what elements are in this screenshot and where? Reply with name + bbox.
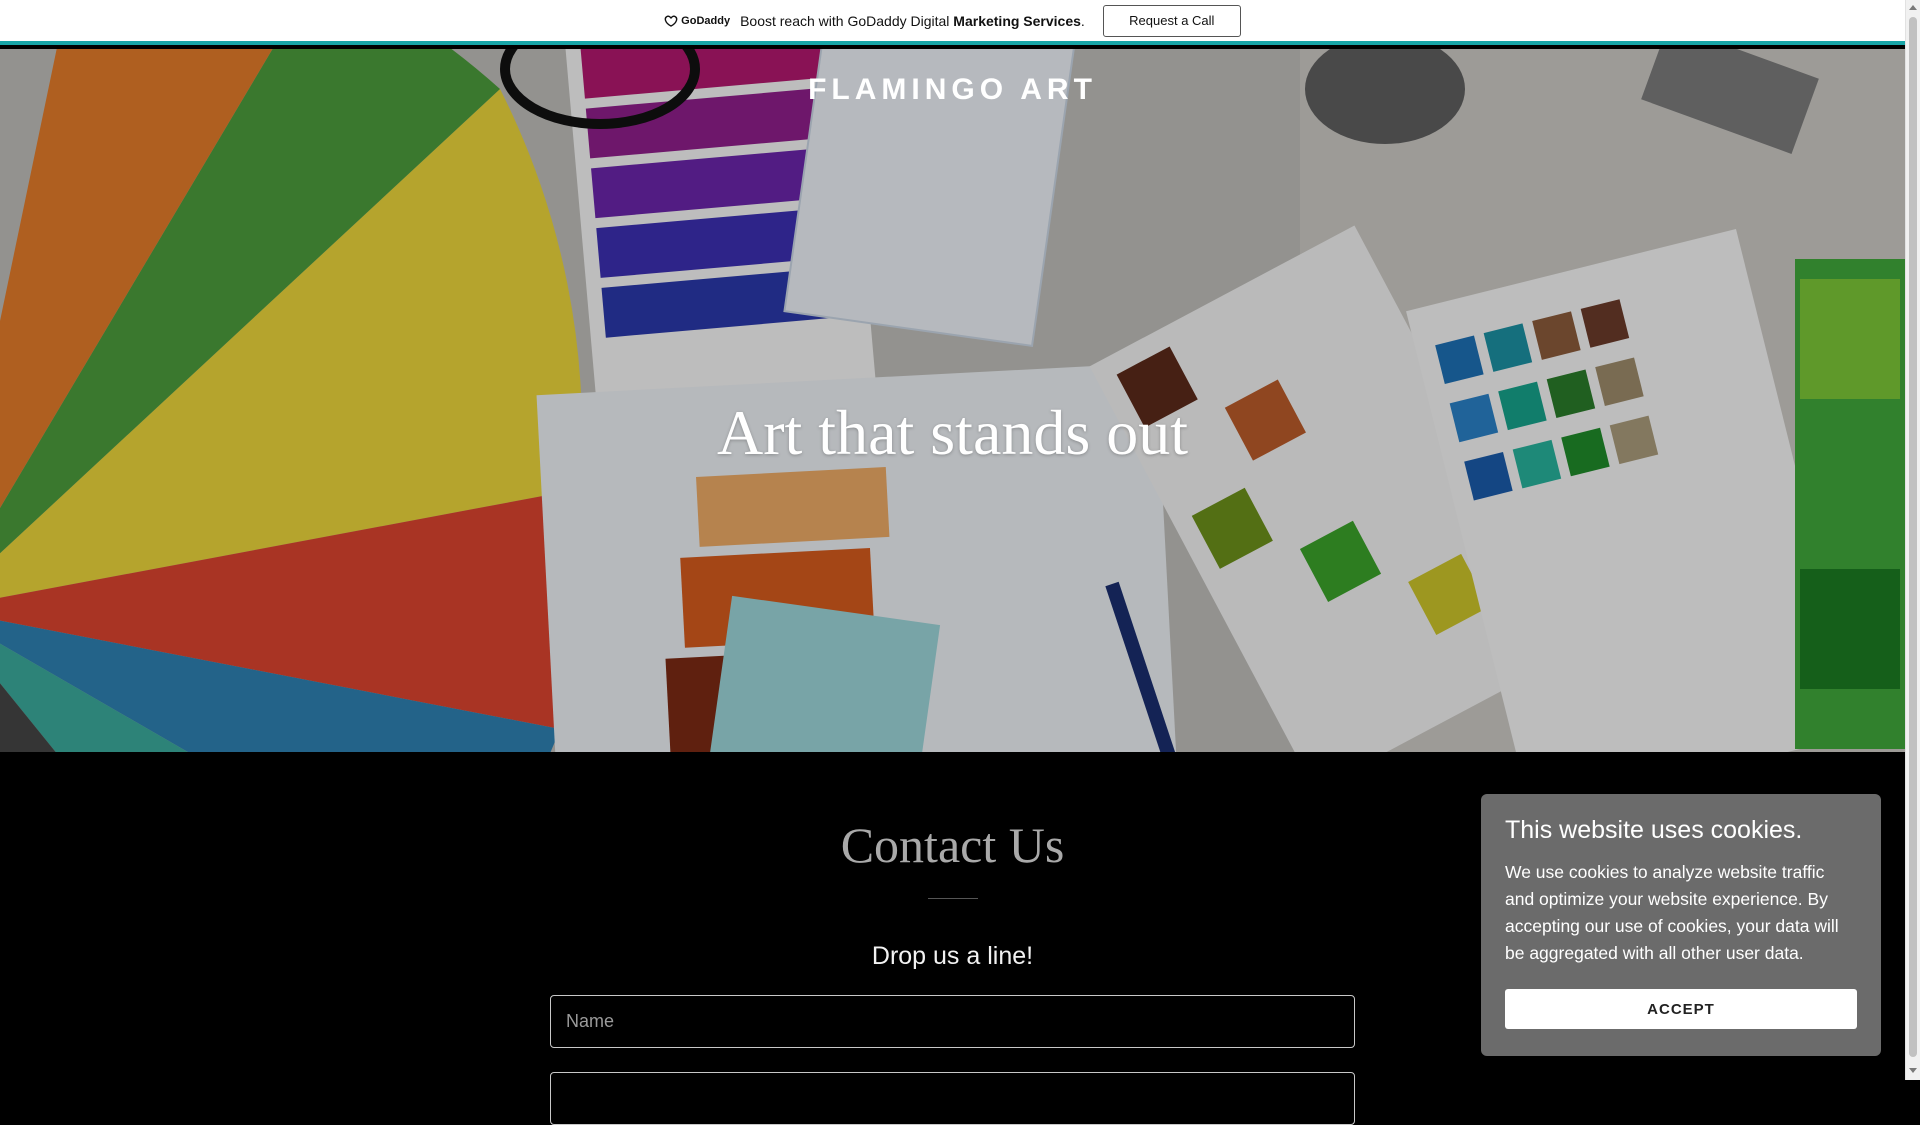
hero-section: FLAMINGO ART Art that stands out [0,49,1905,752]
cookie-text: We use cookies to analyze website traffi… [1505,862,1839,963]
section-divider [928,898,978,899]
promo-text: Boost reach with GoDaddy Digital Marketi… [740,13,1085,29]
cookie-banner: This website uses cookies. We use cookie… [1481,794,1881,1056]
site-title[interactable]: FLAMINGO ART [0,73,1905,107]
promo-text-start: Boost reach with GoDaddy Digital [740,12,954,29]
promo-text-bold: Marketing Services [953,12,1081,29]
scrollbar[interactable] [1905,0,1920,1080]
scroll-up-arrow-icon[interactable] [1909,5,1917,10]
promo-banner: GoDaddy Boost reach with GoDaddy Digital… [0,0,1905,45]
scroll-down-arrow-icon[interactable] [1909,1068,1917,1073]
godaddy-logo: GoDaddy [664,15,730,27]
cookie-title: This website uses cookies. [1505,816,1803,844]
accept-cookies-button[interactable]: ACCEPT [1505,989,1857,1029]
request-call-button[interactable]: Request a Call [1102,4,1241,37]
hero-tagline: Art that stands out [716,397,1189,468]
godaddy-logo-text: GoDaddy [681,14,731,27]
godaddy-icon [664,15,678,27]
name-input[interactable] [550,995,1355,1048]
promo-text-end: . [1080,12,1085,29]
scroll-thumb[interactable] [1909,17,1917,1057]
